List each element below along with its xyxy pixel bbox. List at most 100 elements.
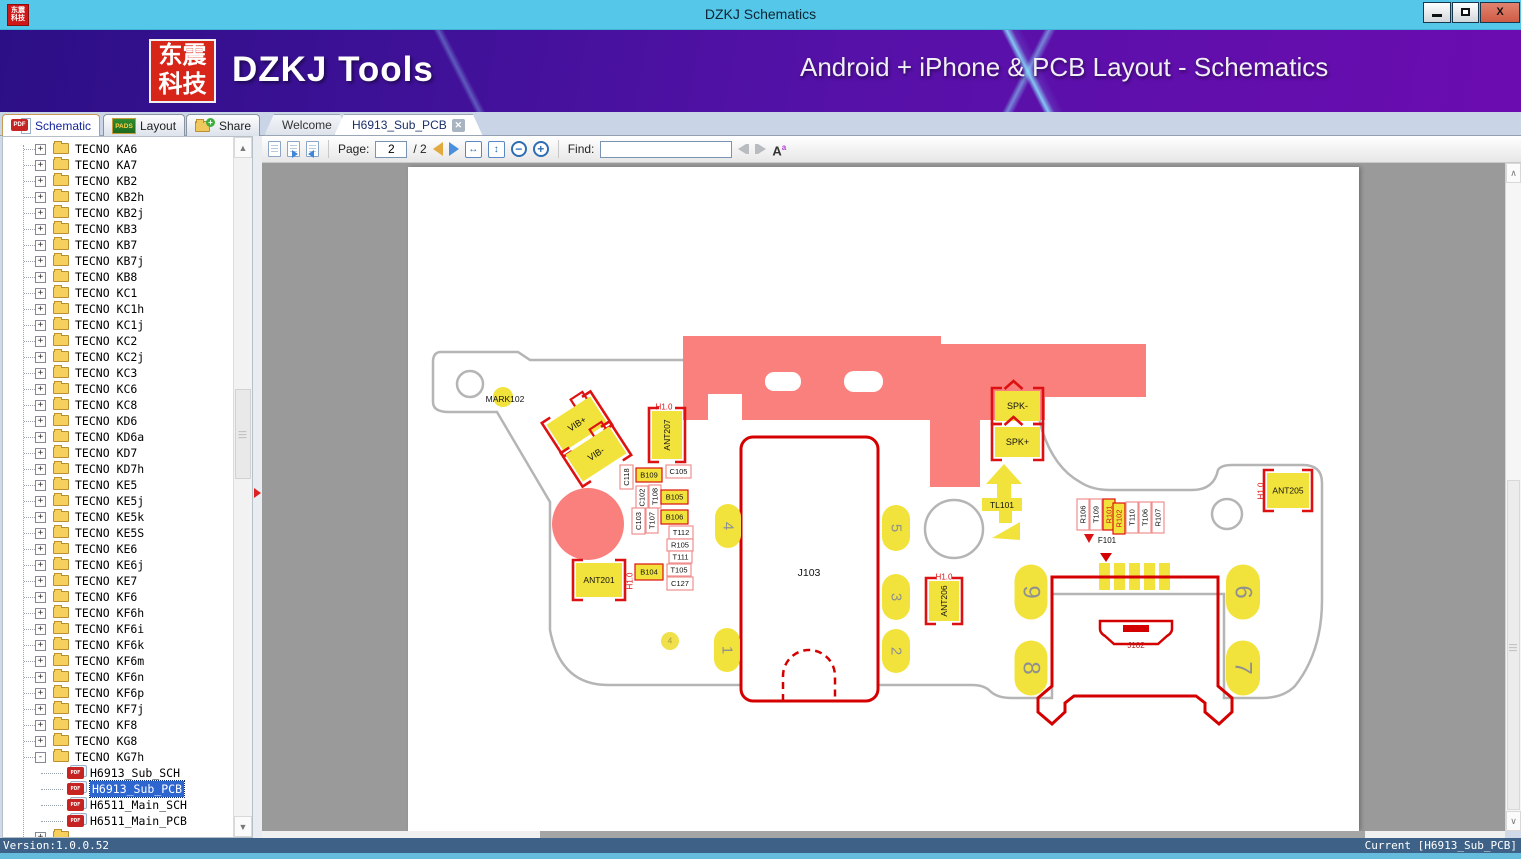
find-next-icon[interactable] — [755, 144, 767, 154]
tree-item-label[interactable]: TECNO KC1 — [75, 285, 137, 301]
document-canvas[interactable]: J103 4 5 3 2 1 9 8 6 7 4 C118 B109 C105 C102 T108 B105 C… — [262, 163, 1505, 831]
tree-item-folder[interactable]: + TECNO KF6n — [3, 669, 232, 685]
doc-tab-h6913-sub-pcb[interactable]: H6913_Sub_PCB ✕ — [334, 114, 483, 136]
tree-item-label[interactable]: H6913_Sub_PCB — [88, 780, 186, 798]
tree-item-label[interactable]: TECNO KE7 — [75, 573, 137, 589]
tree-expander-icon[interactable]: + — [35, 272, 46, 283]
tree-expander-icon[interactable]: + — [35, 288, 46, 299]
tree-item-label[interactable]: H6511_Main_PCB — [90, 813, 187, 829]
tree-expander-icon[interactable]: + — [35, 576, 46, 587]
tree-expander-icon[interactable]: + — [35, 160, 46, 171]
tree-item-label[interactable]: TECNO KF6n — [75, 669, 144, 685]
tab-layout[interactable]: PADS Layout — [103, 114, 186, 136]
page-thumbnail-icon[interactable] — [268, 141, 281, 157]
tree-item-folder[interactable]: + TECNO KC1 — [3, 285, 232, 301]
tree-expander-icon[interactable]: + — [35, 384, 46, 395]
fit-width-icon[interactable]: ↔ — [464, 140, 482, 158]
minimize-button[interactable] — [1423, 2, 1451, 23]
tree-item-label[interactable]: TECNO KA7 — [75, 157, 137, 173]
find-previous-icon[interactable] — [738, 144, 750, 154]
tree-expander-icon[interactable]: + — [35, 336, 46, 347]
tree-item-folder[interactable]: + TECNO KC1h — [3, 301, 232, 317]
tree-item-folder[interactable]: + TECNO KD6a — [3, 429, 232, 445]
tree-item-folder[interactable]: + TECNO KD6 — [3, 413, 232, 429]
tree-expander-icon[interactable]: + — [35, 672, 46, 683]
tree-item-label[interactable]: TECNO KD7 — [75, 445, 137, 461]
maximize-button[interactable] — [1452, 2, 1479, 23]
tree-item-label[interactable]: TECNO KB2 — [75, 173, 137, 189]
scroll-up-icon[interactable]: ∧ — [1506, 163, 1521, 183]
tree-item-folder[interactable]: + TECNO KC8 — [3, 397, 232, 413]
tree-item-label[interactable]: TECNO KF8 — [75, 717, 137, 733]
scroll-up-icon[interactable]: ▲ — [234, 137, 252, 158]
tree-item-folder[interactable]: + TECNO KF6 — [3, 589, 232, 605]
doc-tab-close-icon[interactable]: ✕ — [452, 119, 465, 132]
tree-expander-icon[interactable]: + — [35, 608, 46, 619]
vertical-scrollbar[interactable]: ∧ — — — ∨ — [1505, 163, 1521, 831]
tree-item-folder[interactable]: + TECNO KE6j — [3, 557, 232, 573]
tree-item-label[interactable]: TECNO KD7h — [75, 461, 144, 477]
tree-expander-icon[interactable]: + — [35, 400, 46, 411]
tree-item-folder[interactable]: + TECNO KE6 — [3, 541, 232, 557]
tree-expander-icon[interactable]: + — [35, 624, 46, 635]
tree-expander-icon[interactable]: + — [35, 720, 46, 731]
next-page-icon[interactable] — [448, 142, 459, 156]
tree-expander-icon[interactable]: + — [35, 256, 46, 267]
tree-expander-icon[interactable]: + — [35, 240, 46, 251]
tree-expander-icon[interactable]: + — [35, 176, 46, 187]
tree-expander-icon[interactable]: + — [35, 192, 46, 203]
tree-item-file[interactable]: PDF H6913_Sub_SCH — [3, 765, 232, 781]
page-number-input[interactable] — [375, 140, 408, 158]
tab-share[interactable]: + Share — [186, 114, 261, 136]
tree-item-folder[interactable]: + TECNO KF8 — [3, 717, 232, 733]
tree-expander-icon[interactable]: + — [35, 656, 46, 667]
tree-item-folder[interactable]: + TECNO KB7j — [3, 253, 232, 269]
tree-item-label[interactable]: TECNO KG7h — [75, 749, 144, 765]
tree-expander-icon[interactable]: + — [35, 480, 46, 491]
tree-scroll-thumb[interactable]: — — — — [235, 389, 251, 479]
tree-item-folder[interactable]: + TECNO KF6h — [3, 605, 232, 621]
tree-item-file[interactable]: PDF H6913_Sub_PCB — [3, 780, 232, 798]
find-input[interactable] — [600, 140, 733, 158]
tree-item-folder[interactable]: + TECNO KB7 — [3, 237, 232, 253]
match-case-icon[interactable]: Aa — [772, 139, 786, 159]
fit-page-icon[interactable]: ↕ — [487, 140, 505, 158]
tree-item-label[interactable]: TECNO KC3 — [75, 365, 137, 381]
panel-splitter[interactable] — [253, 136, 262, 838]
tree-item-folder[interactable]: + TECNO KB8 — [3, 269, 232, 285]
tree-expander-icon[interactable]: - — [35, 752, 46, 763]
tree-item-label[interactable]: TECNO KC2 — [75, 333, 137, 349]
tree-item-label[interactable]: TECNO KE5 — [75, 477, 137, 493]
tab-schematic[interactable]: PDF Schematic — [2, 114, 101, 136]
tree-item-folder[interactable]: + TECNO KE5k — [3, 509, 232, 525]
next-view-icon[interactable] — [287, 141, 300, 158]
tree-item-folder[interactable]: + TECNO KF6p — [3, 685, 232, 701]
tree-expander-icon[interactable]: + — [35, 512, 46, 523]
tree-expander-icon[interactable]: + — [35, 736, 46, 747]
tree-item-folder[interactable]: + TECNO KD7h — [3, 461, 232, 477]
tree-item-label[interactable]: TECNO KF6k — [75, 637, 144, 653]
tree-item-folder[interactable]: + — [3, 829, 232, 837]
tree-item-folder[interactable]: + TECNO KB2j — [3, 205, 232, 221]
tree-expander-icon[interactable]: + — [35, 352, 46, 363]
tree-item-label[interactable]: TECNO KD6a — [75, 429, 144, 445]
tree-item-folder[interactable]: + TECNO KC2j — [3, 349, 232, 365]
tree-item-label[interactable]: TECNO KF6m — [75, 653, 144, 669]
tree-item-folder[interactable]: + TECNO KE5S — [3, 525, 232, 541]
tree-item-folder[interactable]: + TECNO KF6k — [3, 637, 232, 653]
tree-item-folder[interactable]: + TECNO KC3 — [3, 365, 232, 381]
tree-expander-icon[interactable]: + — [35, 432, 46, 443]
tree-item-label[interactable]: H6913_Sub_SCH — [90, 765, 180, 781]
tree-expander-icon[interactable]: + — [35, 688, 46, 699]
tree-item-folder[interactable]: + TECNO KF7j — [3, 701, 232, 717]
tree-item-folder[interactable]: + TECNO KD7 — [3, 445, 232, 461]
tree-item-label[interactable]: TECNO KD6 — [75, 413, 137, 429]
tree-expander-icon[interactable]: + — [35, 416, 46, 427]
tree-item-folder[interactable]: + TECNO KG8 — [3, 733, 232, 749]
tree-item-label[interactable]: TECNO KE5S — [75, 525, 144, 541]
tree-item-folder[interactable]: + TECNO KF6m — [3, 653, 232, 669]
tree-item-label[interactable]: TECNO KG8 — [75, 733, 137, 749]
tree-item-folder[interactable]: + TECNO KB2 — [3, 173, 232, 189]
tree-expander-icon[interactable]: + — [35, 208, 46, 219]
zoom-out-icon[interactable]: − — [510, 141, 527, 157]
